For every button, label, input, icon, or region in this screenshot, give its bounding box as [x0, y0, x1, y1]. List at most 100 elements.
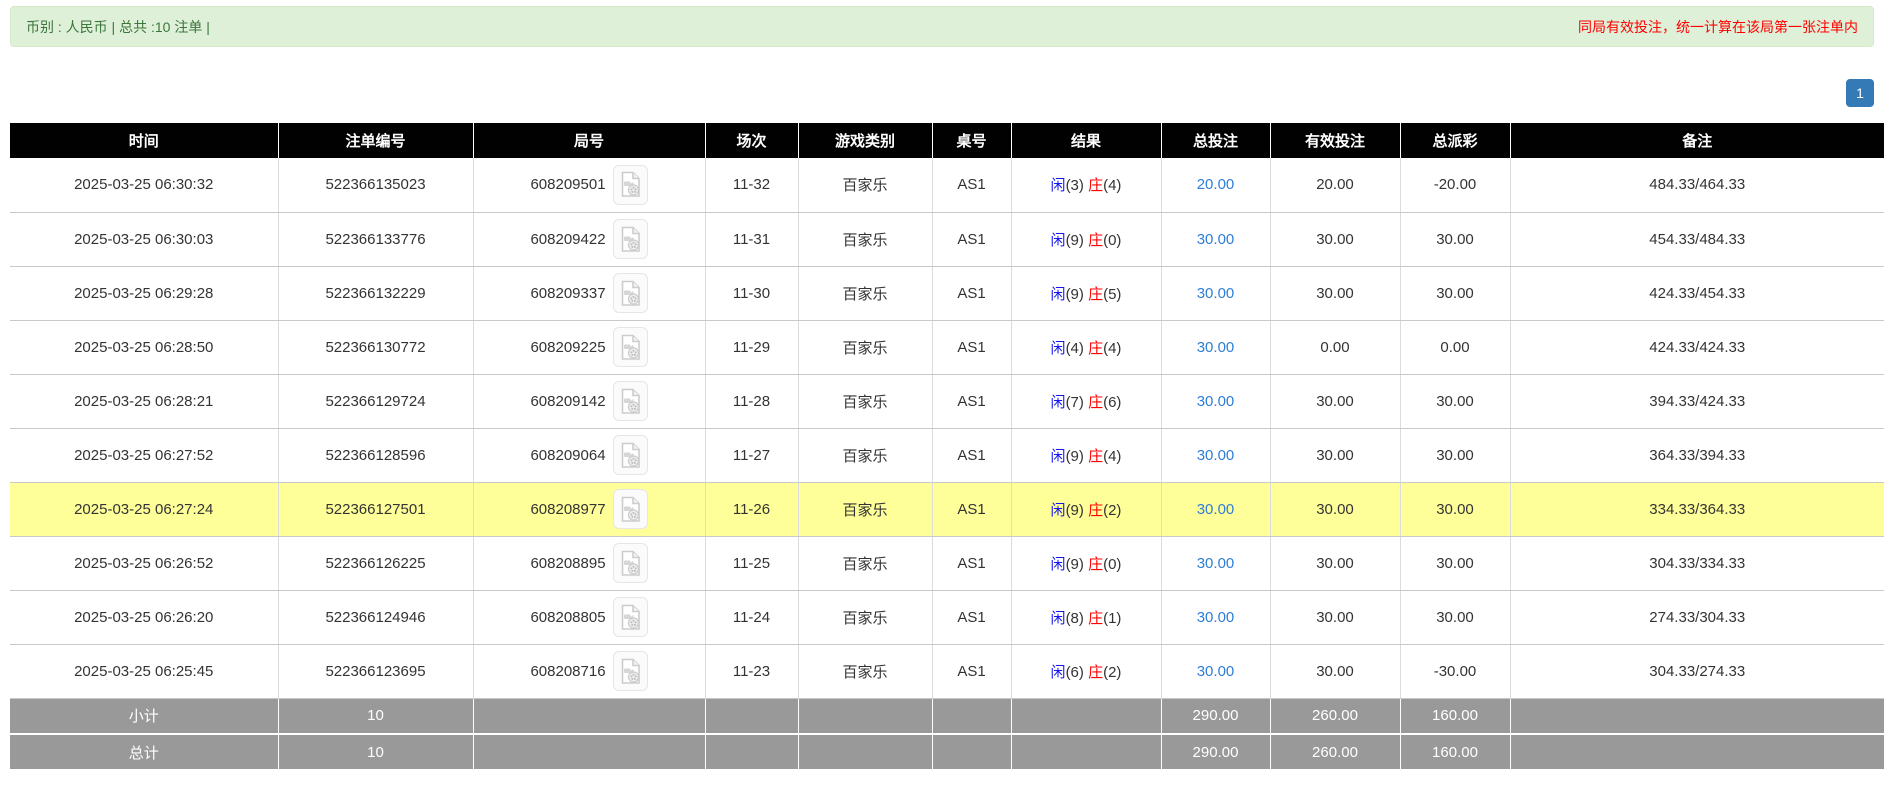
result-banker-score: (1): [1103, 610, 1121, 627]
video-replay-button[interactable]: [613, 327, 648, 367]
header-bet-no: 注单编号: [278, 123, 473, 158]
cell-table-no: AS1: [932, 644, 1011, 698]
cell-bet-no: 522366135023: [278, 158, 473, 212]
header-round-no: 局号: [473, 123, 705, 158]
result-banker-label: 庄: [1088, 286, 1103, 303]
result-banker-score: (6): [1103, 394, 1121, 411]
cell-total-bet: 30.00: [1161, 644, 1270, 698]
result-banker-score: (5): [1103, 286, 1121, 303]
cell-remark: 484.33/464.33: [1510, 158, 1884, 212]
cell-time: 2025-03-25 06:26:52: [10, 536, 278, 590]
total-bet-link[interactable]: 30.00: [1197, 501, 1235, 518]
result-banker-score: (4): [1103, 448, 1121, 465]
result-player-score: (9): [1066, 232, 1084, 249]
header-table-no: 桌号: [932, 123, 1011, 158]
cell-total-bet: 20.00: [1161, 158, 1270, 212]
result-player-score: (9): [1066, 556, 1084, 573]
video-file-icon: [619, 604, 642, 631]
total-bet-link[interactable]: 30.00: [1197, 555, 1235, 572]
cell-total-bet: 30.00: [1161, 212, 1270, 266]
table-row: 2025-03-25 06:30:32 522366135023 6082095…: [10, 158, 1884, 212]
video-replay-button[interactable]: [613, 165, 648, 205]
result-banker-label: 庄: [1088, 394, 1103, 411]
total-bet-link[interactable]: 30.00: [1197, 339, 1235, 356]
cell-table-no: AS1: [932, 320, 1011, 374]
total-bet-link[interactable]: 30.00: [1197, 447, 1235, 464]
cell-round-no: 608209225: [473, 320, 705, 374]
cell-total-bet: 30.00: [1161, 320, 1270, 374]
cell-table-no: AS1: [932, 428, 1011, 482]
result-player-label: 闲: [1051, 664, 1066, 681]
cell-valid-bet: 30.00: [1270, 536, 1400, 590]
result-player-label: 闲: [1051, 610, 1066, 627]
cell-bet-no: 522366124946: [278, 590, 473, 644]
cell-bet-no: 522366127501: [278, 482, 473, 536]
video-replay-button[interactable]: [613, 489, 648, 529]
cell-total-bet: 30.00: [1161, 374, 1270, 428]
cell-payout: 30.00: [1400, 482, 1510, 536]
total-bet-link[interactable]: 30.00: [1197, 285, 1235, 302]
video-replay-button[interactable]: [613, 273, 648, 313]
video-replay-button[interactable]: [613, 435, 648, 475]
cell-payout: 0.00: [1400, 320, 1510, 374]
video-replay-button[interactable]: [613, 381, 648, 421]
total-bet-link[interactable]: 30.00: [1197, 231, 1235, 248]
cell-time: 2025-03-25 06:30:32: [10, 158, 278, 212]
cell-payout: 30.00: [1400, 266, 1510, 320]
cell-valid-bet: 30.00: [1270, 374, 1400, 428]
cell-bet-no: 522366126225: [278, 536, 473, 590]
result-banker-score: (4): [1103, 340, 1121, 357]
result-banker-label: 庄: [1088, 556, 1103, 573]
cell-bet-no: 522366129724: [278, 374, 473, 428]
video-file-icon: [619, 171, 642, 198]
total-bet-link[interactable]: 30.00: [1197, 609, 1235, 626]
video-file-icon: [619, 658, 642, 685]
result-player-score: (9): [1066, 448, 1084, 465]
header-total-bet: 总投注: [1161, 123, 1270, 158]
table-row: 2025-03-25 06:30:03 522366133776 6082094…: [10, 212, 1884, 266]
result-player-label: 闲: [1051, 177, 1066, 194]
round-number: 608209225: [530, 339, 605, 356]
summary-alert-bar: 币别 : 人民币 | 总共 :10 注单 | 同局有效投注，统一计算在该局第一张…: [10, 6, 1874, 47]
cell-round-no: 608209064: [473, 428, 705, 482]
cell-session: 11-27: [705, 428, 798, 482]
table-row: 2025-03-25 06:26:20 522366124946 6082088…: [10, 590, 1884, 644]
cell-time: 2025-03-25 06:29:28: [10, 266, 278, 320]
cell-bet-no: 522366132229: [278, 266, 473, 320]
cell-result: 闲(6) 庄(2): [1011, 644, 1161, 698]
cell-remark: 334.33/364.33: [1510, 482, 1884, 536]
cell-table-no: AS1: [932, 212, 1011, 266]
result-banker-score: (2): [1103, 664, 1121, 681]
pagination-page-1-button[interactable]: 1: [1846, 79, 1874, 107]
header-time: 时间: [10, 123, 278, 158]
cell-time: 2025-03-25 06:30:03: [10, 212, 278, 266]
total-bet-link[interactable]: 30.00: [1197, 663, 1235, 680]
cell-remark: 424.33/424.33: [1510, 320, 1884, 374]
cell-valid-bet: 30.00: [1270, 590, 1400, 644]
table-row: 2025-03-25 06:29:28 522366132229 6082093…: [10, 266, 1884, 320]
table-row: 2025-03-25 06:28:21 522366129724 6082091…: [10, 374, 1884, 428]
round-number: 608208895: [530, 555, 605, 572]
cell-session: 11-26: [705, 482, 798, 536]
video-file-icon: [619, 280, 642, 307]
total-bet-link[interactable]: 20.00: [1197, 176, 1235, 193]
cell-total-bet: 30.00: [1161, 266, 1270, 320]
cell-remark: 394.33/424.33: [1510, 374, 1884, 428]
cell-total-bet: 30.00: [1161, 482, 1270, 536]
header-game-type: 游戏类别: [798, 123, 932, 158]
cell-remark: 274.33/304.33: [1510, 590, 1884, 644]
video-replay-button[interactable]: [613, 543, 648, 583]
cell-table-no: AS1: [932, 536, 1011, 590]
cell-result: 闲(3) 庄(4): [1011, 158, 1161, 212]
header-session: 场次: [705, 123, 798, 158]
result-banker-label: 庄: [1088, 664, 1103, 681]
cell-result: 闲(9) 庄(0): [1011, 536, 1161, 590]
cell-bet-no: 522366133776: [278, 212, 473, 266]
cell-game-type: 百家乐: [798, 158, 932, 212]
video-replay-button[interactable]: [613, 219, 648, 259]
video-replay-button[interactable]: [613, 651, 648, 691]
total-bet-link[interactable]: 30.00: [1197, 393, 1235, 410]
result-banker-label: 庄: [1088, 502, 1103, 519]
video-replay-button[interactable]: [613, 597, 648, 637]
cell-round-no: 608208977: [473, 482, 705, 536]
